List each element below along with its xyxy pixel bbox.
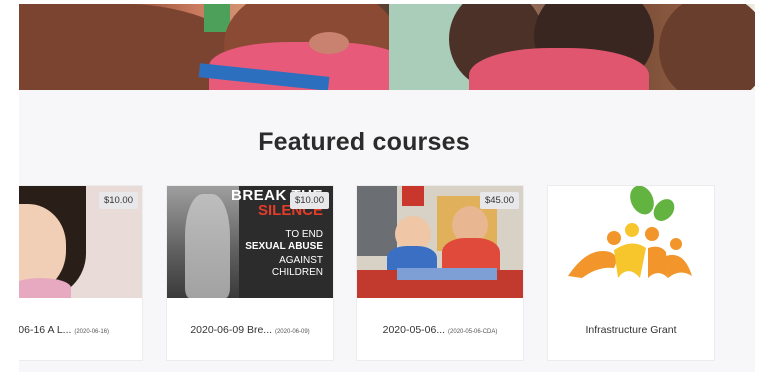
course-title[interactable]: Infrastructure Grant xyxy=(548,324,714,336)
featured-courses-section: Featured courses $10.00 0-06-16 A L... (… xyxy=(0,90,755,372)
course-title-text[interactable]: 2020-05-06... xyxy=(383,324,445,336)
course-title-text[interactable]: 2020-06-09 Bre... xyxy=(190,324,272,336)
course-card[interactable]: BREAK THE SILENCE TO END SEXUAL ABUSE AG… xyxy=(166,185,334,361)
course-thumbnail[interactable] xyxy=(548,186,714,298)
price-badge: $45.00 xyxy=(479,192,519,209)
course-title[interactable]: 0-06-16 A L... (2020-06-16) xyxy=(0,324,142,336)
poster-text: AGAINST xyxy=(279,255,323,266)
poster-text: TO END xyxy=(285,229,323,240)
course-card[interactable]: $10.00 0-06-16 A L... (2020-06-16) xyxy=(0,185,143,361)
price-badge: $10.00 xyxy=(98,192,138,209)
section-title: Featured courses xyxy=(258,128,470,156)
course-code: (2020-06-09) xyxy=(274,329,310,335)
price-badge: $10.00 xyxy=(289,192,329,209)
course-code: (2020-05-06-CDA) xyxy=(448,329,498,335)
poster-text: SEXUAL ABUSE xyxy=(245,241,323,252)
poster-text: CHILDREN xyxy=(271,267,323,278)
course-title[interactable]: 2020-05-06... (2020-05-06-CDA) xyxy=(357,324,523,336)
community-logo-icon xyxy=(568,186,692,278)
right-gutter xyxy=(755,0,769,372)
course-card[interactable]: $45.00 2020-05-06... (2020-05-06-CDA) xyxy=(356,185,524,361)
course-card[interactable]: Infrastructure Grant xyxy=(547,185,715,361)
course-title-text[interactable]: Infrastructure Grant xyxy=(585,324,676,336)
page: Featured courses $10.00 0-06-16 A L... (… xyxy=(0,0,769,372)
course-title[interactable]: 2020-06-09 Bre... (2020-06-09) xyxy=(167,324,333,336)
left-gutter xyxy=(0,0,19,372)
course-code: (2020-06-16) xyxy=(74,329,110,335)
hero-banner-image xyxy=(19,4,755,90)
